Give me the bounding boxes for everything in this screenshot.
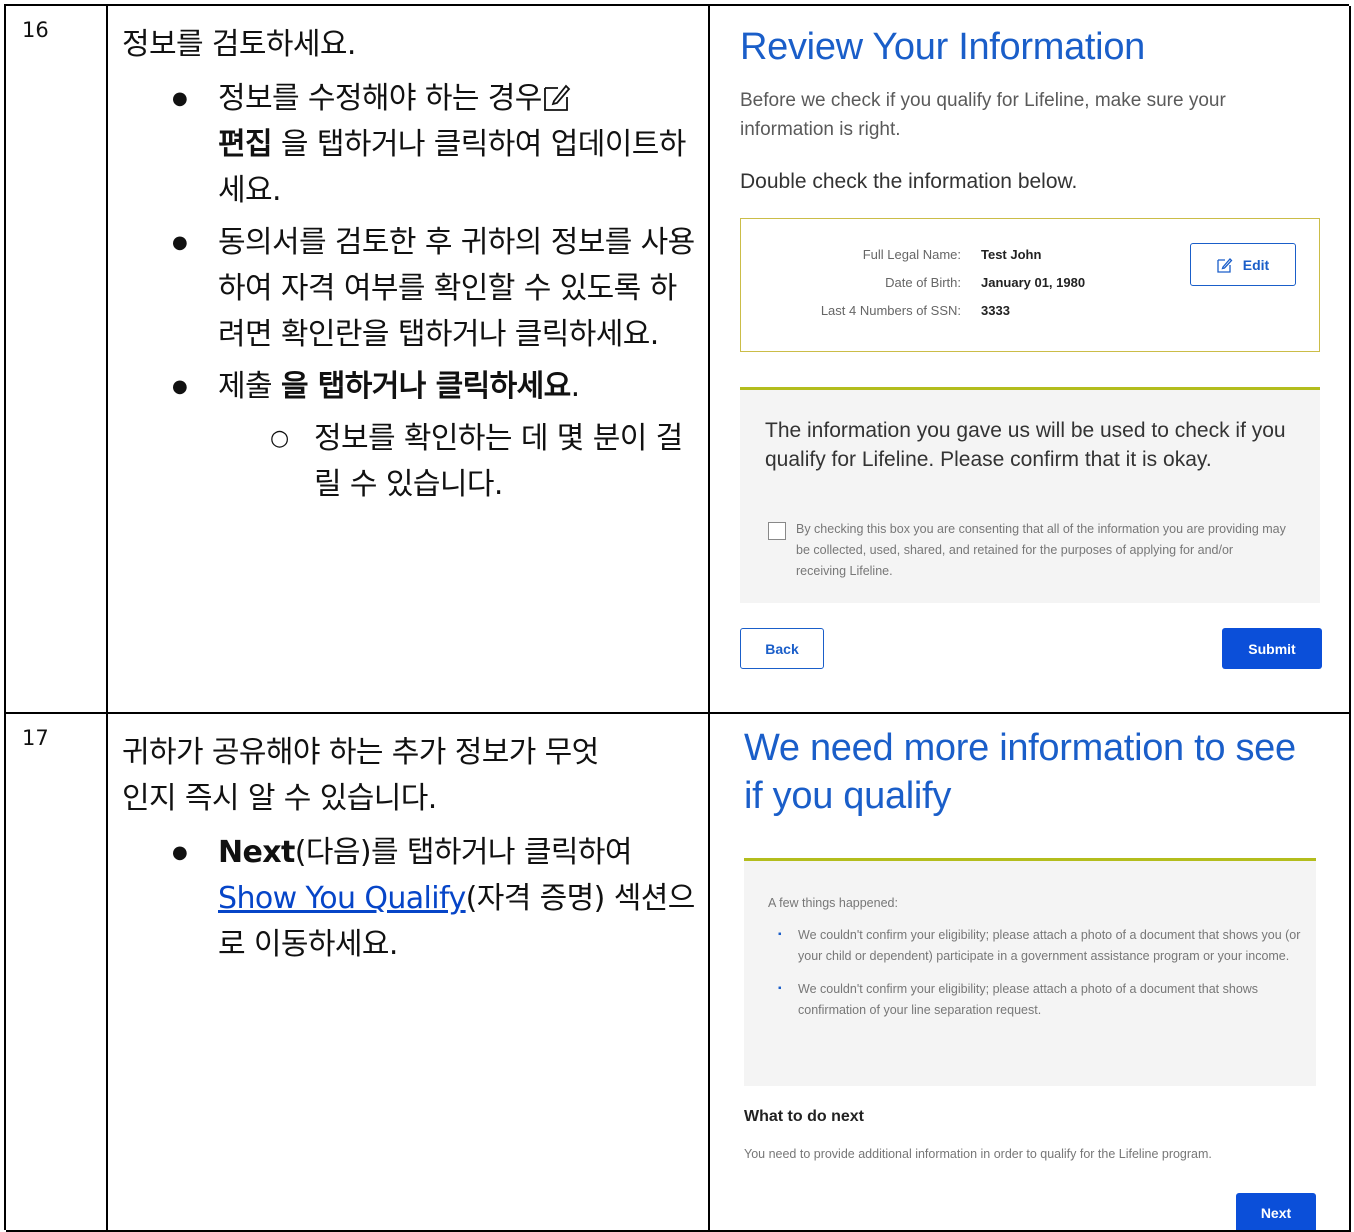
instruction-list: 정보를 수정해야 하는 경우편집 을 탭하거나 클릭하여 업데이트하세요. 동의…: [122, 76, 698, 508]
step-number: 16: [6, 6, 108, 714]
edit-icon: [543, 84, 571, 111]
show-you-qualify-link[interactable]: Show You Qualify: [218, 881, 466, 916]
field-label: Last 4 Numbers of SSN:: [820, 303, 961, 318]
edit-button-label: Edit: [1242, 256, 1270, 273]
next-heading: What to do next: [744, 1108, 864, 1125]
back-button[interactable]: Back: [740, 628, 824, 669]
edit-icon: [1217, 257, 1233, 273]
instruction-text: 을 탭하거나 클릭하여 업데이트하세요.: [218, 127, 686, 208]
instruction-sublist: 정보를 확인하는 데 몇 분이 걸릴 수 있습니다.: [218, 416, 698, 508]
instruction-list: Next(다음)를 탭하거나 클릭하여 Show You Qualify(자격 …: [122, 830, 698, 968]
consent-heading: The information you gave us will be used…: [765, 419, 1286, 471]
field-value: January 01, 1980: [981, 275, 1086, 290]
instruction-intro: 정보를 검토하세요.: [122, 27, 356, 62]
issues-panel: A few things happened: We couldn't confi…: [744, 858, 1316, 1086]
instruction-table: 16 정보를 검토하세요. 정보를 수정해야 하는 경우편집 을 탭하거나 클릭…: [4, 4, 1351, 1232]
edit-button[interactable]: Edit: [1190, 243, 1296, 286]
instruction-text: 정보를 수정해야 하는 경우: [218, 81, 542, 116]
instruction-text: .: [570, 369, 581, 404]
next-button[interactable]: Next: [1236, 1193, 1316, 1230]
instruction-bold: 을 탭하거나 클릭하세요: [280, 369, 571, 404]
happened-text: A few things happened:: [768, 896, 898, 910]
instruction-item: 제출 을 탭하거나 클릭하세요. 정보를 확인하는 데 몇 분이 걸릴 수 있습…: [172, 364, 698, 508]
instruction-intro: 귀하가 공유해야 하는 추가 정보가 무엇인지 즉시 알 수 있습니다.: [122, 735, 599, 816]
field-label: Date of Birth:: [885, 275, 961, 290]
page-title: We need more information to see if you q…: [744, 727, 1296, 817]
page-title: Review Your Information: [740, 26, 1145, 68]
issues-list: We couldn't confirm your eligibility; pl…: [774, 924, 1318, 1033]
double-check-text: Double check the information below.: [740, 170, 1078, 193]
instruction-bold: 편집: [218, 127, 273, 162]
consent-panel: The information you gave us will be used…: [740, 387, 1320, 603]
consent-text: By checking this box you are consenting …: [796, 522, 1286, 578]
screenshot-review: Review Your Information Before we check …: [710, 6, 1351, 714]
next-text: You need to provide additional informati…: [744, 1147, 1212, 1161]
page-subtitle: Before we check if you qualify for Lifel…: [740, 90, 1226, 140]
field-value: 3333: [981, 303, 1010, 318]
instruction-item: 동의서를 검토한 후 귀하의 정보를 사용하여 자격 여부를 확인할 수 있도록…: [172, 220, 698, 358]
field-value: Test John: [981, 247, 1042, 262]
consent-checkbox[interactable]: [768, 522, 786, 540]
info-summary-box: Full Legal Name: Test John Date of Birth…: [740, 218, 1320, 352]
instruction-bold: Next: [218, 835, 295, 870]
instruction-text: (다음)를 탭하거나 클릭하여: [294, 835, 633, 870]
issue-item: We couldn't confirm your eligibility; pl…: [778, 924, 1318, 967]
issue-item: We couldn't confirm your eligibility; pl…: [778, 978, 1318, 1021]
field-label: Full Legal Name:: [862, 247, 961, 262]
step-instructions: 귀하가 공유해야 하는 추가 정보가 무엇인지 즉시 알 수 있습니다. Nex…: [108, 714, 710, 1232]
step-instructions: 정보를 검토하세요. 정보를 수정해야 하는 경우편집 을 탭하거나 클릭하여 …: [108, 6, 710, 714]
instruction-subitem: 정보를 확인하는 데 몇 분이 걸릴 수 있습니다.: [270, 416, 698, 508]
instruction-text: 제출: [218, 369, 281, 404]
instruction-item: Next(다음)를 탭하거나 클릭하여 Show You Qualify(자격 …: [172, 830, 698, 968]
screenshot-more-info: We need more information to see if you q…: [710, 714, 1351, 1232]
instruction-item: 정보를 수정해야 하는 경우편집 을 탭하거나 클릭하여 업데이트하세요.: [172, 76, 698, 214]
step-number: 17: [6, 714, 108, 1232]
submit-button[interactable]: Submit: [1222, 628, 1322, 669]
